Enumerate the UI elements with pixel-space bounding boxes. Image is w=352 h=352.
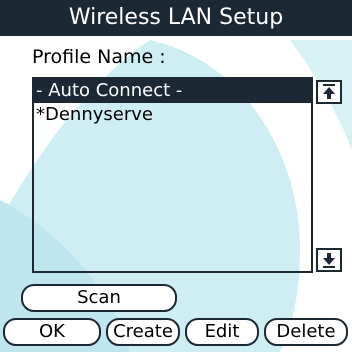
delete-button[interactable]: Delete [264,318,348,346]
create-button[interactable]: Create [106,318,180,346]
scroll-up-button[interactable] [316,80,342,104]
scroll-up-icon [323,84,335,99]
profile-item-dennyserve[interactable]: *Dennyserve [34,103,311,127]
profile-item-auto-connect[interactable]: - Auto Connect - [34,79,311,103]
profile-list[interactable]: - Auto Connect - *Dennyserve [32,77,313,273]
title-bar: Wireless LAN Setup [0,0,352,36]
wireless-lan-setup-screen: Wireless LAN Setup Profile Name : - Auto… [0,0,352,352]
scroll-down-icon [323,253,335,268]
scroll-down-button[interactable] [316,248,342,272]
ok-button[interactable]: OK [3,318,101,346]
edit-button[interactable]: Edit [185,318,259,346]
scan-button[interactable]: Scan [21,284,177,312]
window-title: Wireless LAN Setup [68,5,284,30]
profile-name-label: Profile Name : [32,46,166,68]
